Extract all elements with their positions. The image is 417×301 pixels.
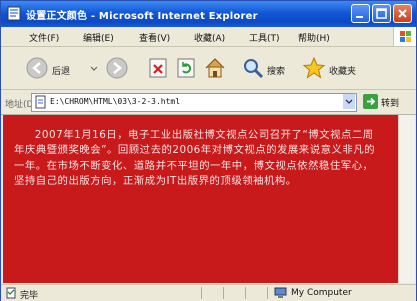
status-text: 完毕	[20, 291, 39, 301]
toolbar: 后退 搜索 收藏夹	[1, 47, 416, 90]
page-done-icon	[6, 287, 16, 299]
maximize-icon	[376, 8, 387, 19]
search-button[interactable]: 搜索	[241, 56, 299, 80]
back-label: 后退	[52, 67, 71, 77]
menu-view[interactable]: 查看(V)	[139, 31, 170, 44]
zone-text: My Computer	[291, 288, 352, 298]
menu-edit[interactable]: 编辑(E)	[83, 31, 114, 44]
menu-bar: 文件(F) 编辑(E) 查看(V) 收藏(A) 工具(T) 帮助(H)	[1, 27, 416, 47]
back-dropdown[interactable]	[89, 56, 103, 80]
computer-icon	[274, 287, 287, 298]
status-divider	[267, 287, 268, 299]
home-button[interactable]	[203, 56, 227, 80]
browser-window: 设置正文颜色 - Microsoft Internet Explorer 文件(…	[0, 0, 417, 301]
menu-favorites[interactable]: 收藏(A)	[194, 31, 225, 44]
chevron-down-icon	[90, 66, 98, 71]
back-arrow-icon	[26, 57, 48, 79]
address-bar: 地址(D) E:\CHROM\HTML\03\3-2-3.html 转到	[1, 90, 416, 115]
favorites-label: 收藏夹	[329, 67, 357, 77]
home-icon	[205, 58, 225, 78]
minimize-icon	[356, 16, 363, 18]
menu-file[interactable]: 文件(F)	[29, 31, 59, 44]
vertical-scrollbar[interactable]	[398, 115, 415, 283]
menu-help[interactable]: 帮助(H)	[298, 31, 330, 44]
body-paragraph: 2007年1月16日，电子工业出版社博文视点公司召开了“博文视点二周年庆典暨颁奖…	[14, 129, 376, 188]
address-input[interactable]: E:\CHROM\HTML\03\3-2-3.html	[31, 93, 357, 112]
forward-arrow-icon	[106, 57, 128, 79]
status-divider	[245, 287, 246, 299]
status-divider	[201, 287, 202, 299]
refresh-button[interactable]	[175, 56, 197, 80]
address-url: E:\CHROM\HTML\03\3-2-3.html	[50, 97, 181, 106]
minimize-button[interactable]	[351, 4, 370, 23]
go-label: 转到	[381, 99, 400, 109]
go-button[interactable]: 转到	[363, 93, 413, 111]
maximize-button[interactable]	[372, 4, 391, 23]
refresh-icon	[177, 58, 195, 78]
status-bar: 完毕 My Computer	[1, 284, 416, 301]
menu-tools[interactable]: 工具(T)	[249, 31, 280, 44]
chevron-down-icon[interactable]	[343, 94, 355, 109]
stop-button[interactable]	[147, 56, 169, 80]
close-icon	[398, 9, 407, 18]
back-button[interactable]: 后退	[25, 56, 85, 80]
search-icon	[244, 59, 264, 79]
title-bar[interactable]: 设置正文颜色 - Microsoft Internet Explorer	[1, 1, 416, 27]
go-arrow-icon	[363, 94, 378, 109]
page-content: 2007年1月16日，电子工业出版社博文视点公司召开了“博文视点二周年庆典暨颁奖…	[3, 115, 398, 283]
page-icon	[7, 6, 22, 21]
close-button[interactable]	[393, 4, 412, 23]
windows-logo-icon	[393, 27, 416, 46]
search-label: 搜索	[267, 67, 286, 77]
window-title: 设置正文颜色 - Microsoft Internet Explorer	[26, 11, 258, 22]
favorites-button[interactable]: 收藏夹	[302, 56, 374, 80]
page-icon	[35, 95, 46, 109]
stop-icon	[149, 58, 167, 78]
status-divider	[223, 287, 224, 299]
forward-button[interactable]	[105, 56, 135, 80]
star-icon	[302, 56, 326, 79]
